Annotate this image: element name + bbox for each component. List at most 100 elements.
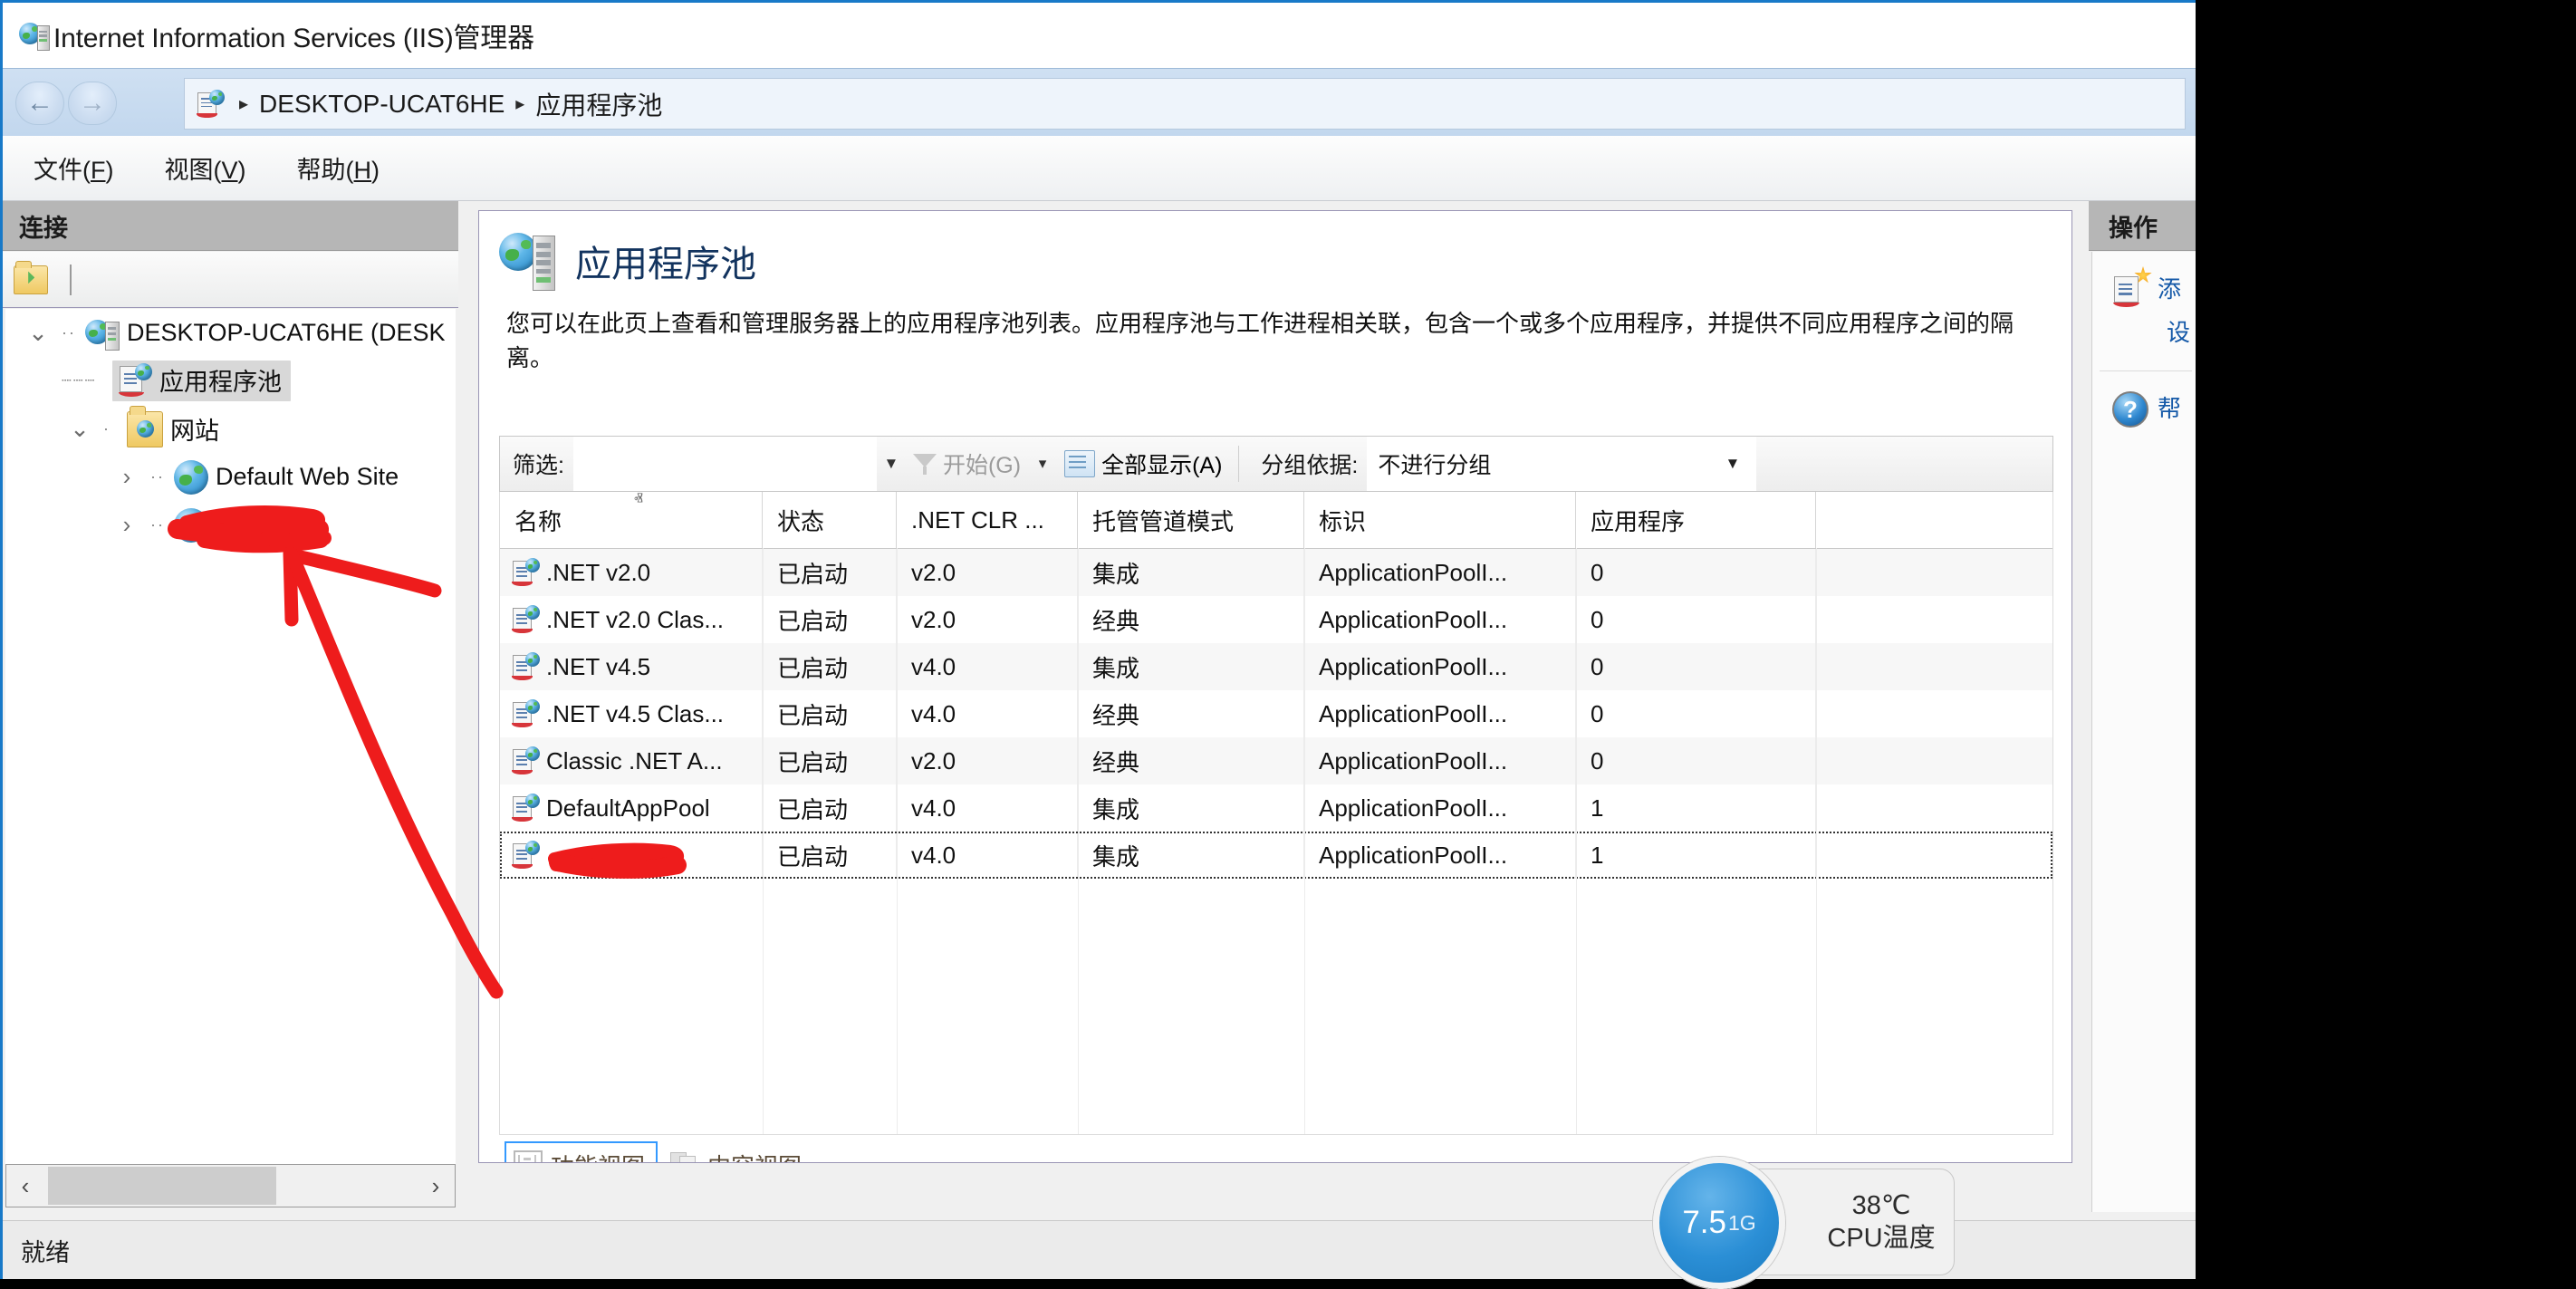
menu-item-help[interactable]: 帮助(H) — [297, 150, 380, 186]
app-pool-icon — [511, 558, 540, 587]
group-by-value: 不进行分组 — [1378, 453, 1492, 478]
breadcrumb-item-server[interactable]: DESKTOP-UCAT6HE — [259, 90, 505, 119]
title-bar: Internet Information Services (IIS)管理器 — [3, 3, 2196, 68]
cell-state: 已启动 — [763, 737, 897, 784]
server-tower-shape — [36, 25, 50, 51]
twisty-collapsed-icon[interactable]: › — [103, 511, 150, 539]
show-all-icon — [1064, 450, 1096, 477]
column-label-identity: 标识 — [1319, 507, 1367, 535]
cell-pipeline: 集成 — [1078, 784, 1304, 832]
cpu-temp-widget[interactable]: 7.5 1G 38℃ CPU温度 — [1653, 1157, 1955, 1289]
cell-identity: ApplicationPoolI... — [1304, 549, 1576, 596]
action-item-add-app-pool[interactable]: 添 — [2092, 252, 2196, 308]
connect-folder-icon[interactable] — [14, 261, 48, 294]
app-pool-icon — [511, 605, 540, 634]
tree-item-sites[interactable]: ⌄ · 网站 — [5, 405, 456, 453]
tree-item-server[interactable]: ⌄ ·· DESKTOP-UCAT6HE (DESK — [5, 309, 456, 357]
cpu-temperature-value: 38℃ — [1851, 1190, 1911, 1220]
column-header-applications[interactable]: 应用程序 — [1576, 492, 1816, 548]
twisty-expanded-icon[interactable]: ⌄ — [56, 415, 103, 443]
go-dropdown-caret-icon[interactable]: ▾ — [1028, 455, 1057, 473]
table-row[interactable]: .NET v2.0 Clas... 已启动 v2.0 经典 Applicatio… — [500, 596, 2052, 643]
scroll-right-arrow-icon[interactable]: › — [417, 1172, 455, 1200]
action-item-settings[interactable]: 设 — [2092, 308, 2196, 351]
menu-item-view[interactable]: 视图(V) — [165, 150, 246, 186]
page-description: 您可以在此页上查看和管理服务器上的应用程序池列表。应用程序池与工作进程相关联，包… — [506, 310, 2014, 371]
cell-clr: v2.0 — [897, 737, 1078, 784]
breadcrumb-item-app-pools[interactable]: 应用程序池 — [535, 86, 662, 122]
tree-item-default-web-site[interactable]: › ·· Default Web Site — [5, 453, 456, 501]
filter-dropdown-caret-icon[interactable]: ▼ — [877, 455, 906, 473]
cell-clr: v4.0 — [897, 784, 1078, 832]
table-row[interactable]: .NET v4.5 Clas... 已启动 v4.0 经典 Applicatio… — [500, 690, 2052, 737]
cell-state: 已启动 — [763, 832, 897, 879]
cell-name: .NET v2.0 — [546, 558, 651, 586]
twisty-expanded-icon[interactable]: ⌄ — [14, 319, 62, 347]
twisty-collapsed-icon[interactable]: › — [103, 463, 150, 491]
app-pool-icon — [511, 794, 540, 822]
cell-identity: ApplicationPoolI... — [1304, 596, 1576, 643]
features-view-icon — [514, 1150, 543, 1162]
cell-identity: ApplicationPoolI... — [1304, 643, 1576, 690]
table-row[interactable]: Classic .NET A... 已启动 v2.0 经典 Applicatio… — [500, 737, 2052, 784]
menu-label-help: 帮助 — [296, 157, 346, 184]
breadcrumb[interactable]: ▸ DESKTOP-UCAT6HE ▸ 应用程序池 — [184, 78, 2186, 130]
action-item-help[interactable]: ? 帮 — [2092, 371, 2196, 428]
cell-name: .NET v4.5 Clas... — [546, 699, 725, 727]
connections-tree[interactable]: ⌄ ·· DESKTOP-UCAT6HE (DESK ┈┈┈ 应用程序池 ⌄ ·… — [5, 309, 456, 1164]
go-button[interactable]: 开始(G) — [906, 447, 1028, 480]
column-header-clr[interactable]: .NET CLR ... — [897, 492, 1078, 548]
page-title: 应用程序池 — [575, 245, 756, 284]
tree-label-app-pools: 应用程序池 — [159, 369, 282, 396]
connections-horizontal-scrollbar[interactable]: ‹ › — [5, 1164, 456, 1207]
tab-features-view[interactable]: 功能视图 — [505, 1140, 658, 1162]
table-row[interactable]: .NET v2.0 已启动 v2.0 集成 ApplicationPoolI..… — [500, 549, 2052, 596]
actions-pane: 操作 添 设 ? 帮 — [2089, 201, 2196, 1220]
back-button[interactable]: ← — [15, 82, 64, 125]
tree-dotted-line: ┈┈┈ — [62, 371, 97, 390]
cell-clr: v2.0 — [897, 549, 1078, 596]
column-divider — [763, 548, 764, 1134]
scroll-left-arrow-icon[interactable]: ‹ — [6, 1172, 44, 1200]
tree-item-redacted-site[interactable]: › ·· — [5, 501, 456, 549]
group-by-select[interactable]: 不进行分组 ▼ — [1367, 437, 1757, 491]
app-pool-icon — [511, 841, 540, 870]
scrollbar-thumb[interactable] — [48, 1167, 276, 1205]
menu-item-file[interactable]: 文件(F) — [34, 150, 114, 186]
breadcrumb-separator-2: ▸ — [515, 94, 525, 114]
actions-pane-header: 操作 — [2089, 201, 2196, 251]
forward-button[interactable]: → — [68, 82, 117, 125]
menu-label-view: 视图 — [164, 157, 214, 184]
cell-applications: 1 — [1576, 832, 1816, 879]
show-all-button[interactable]: 全部显示(A) — [1057, 447, 1229, 480]
tree-dotted-line: · — [103, 419, 111, 438]
cell-clr: v4.0 — [897, 832, 1078, 879]
sort-ascending-icon: ⱏ — [634, 492, 643, 510]
app-pool-icon — [511, 746, 540, 775]
memory-usage-gauge[interactable]: 7.5 1G — [1653, 1157, 1785, 1289]
tree-dotted-line: ·· — [150, 467, 165, 486]
cell-pipeline: 经典 — [1078, 690, 1304, 737]
funnel-icon — [912, 452, 937, 476]
table-row[interactable]: .NET v4.5 已启动 v4.0 集成 ApplicationPoolI..… — [500, 643, 2052, 690]
app-pool-icon — [118, 362, 152, 398]
app-pools-table[interactable]: 名称 ⱏ 状态 .NET CLR ... 托管管道模式 标识 应用程序 .NET… — [499, 492, 2053, 1135]
action-label-add: 添 — [2158, 275, 2182, 303]
column-header-identity[interactable]: 标识 — [1304, 492, 1576, 548]
cell-pipeline: 集成 — [1078, 549, 1304, 596]
filter-input[interactable] — [572, 437, 877, 491]
cell-pipeline: 经典 — [1078, 596, 1304, 643]
table-row[interactable]: DefaultAppPool 已启动 v4.0 集成 ApplicationPo… — [500, 784, 2052, 832]
app-pool-icon — [511, 699, 540, 728]
tab-content-view[interactable]: 内容视图 — [663, 1143, 812, 1162]
view-tabs: 功能视图 内容视图 — [499, 1137, 2053, 1162]
column-header-pipeline[interactable]: 托管管道模式 — [1078, 492, 1304, 548]
iis-server-icon — [19, 20, 50, 51]
tree-item-app-pools[interactable]: ┈┈┈ 应用程序池 — [5, 357, 456, 405]
table-row-selected[interactable]: 已启动 v4.0 集成 ApplicationPoolI... 1 — [500, 832, 2052, 879]
cell-clr: v4.0 — [897, 643, 1078, 690]
column-header-name[interactable]: 名称 ⱏ — [500, 492, 763, 548]
cell-applications: 0 — [1576, 596, 1816, 643]
column-header-state[interactable]: 状态 — [763, 492, 897, 548]
cell-applications: 0 — [1576, 549, 1816, 596]
